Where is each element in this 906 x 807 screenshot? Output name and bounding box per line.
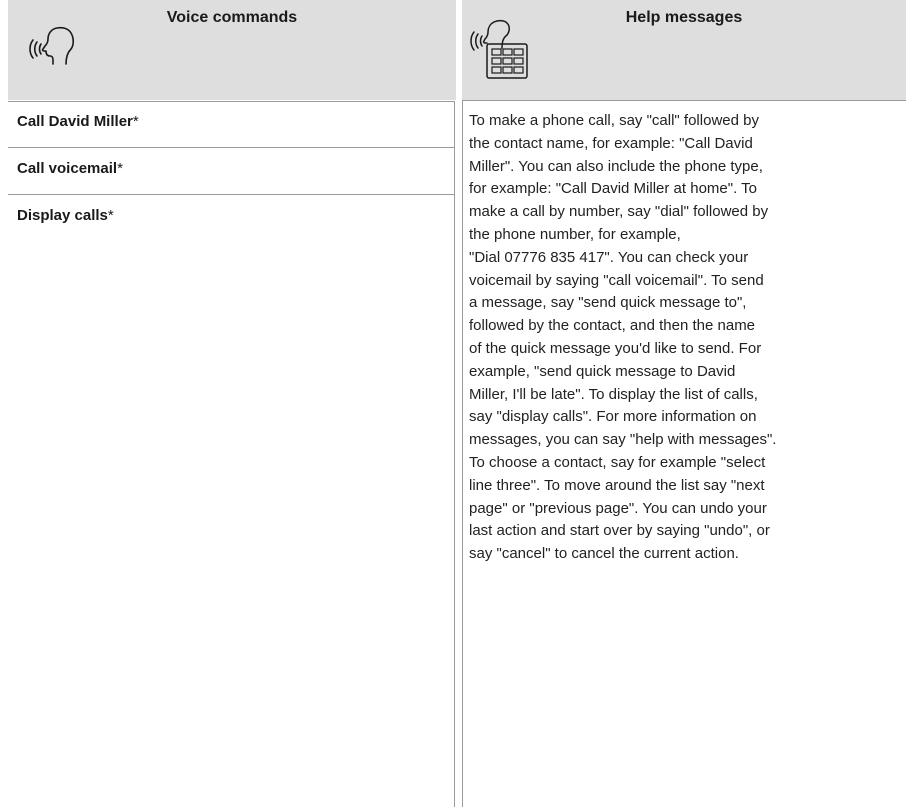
help-message-text: To make a phone call, say "call" followe…: [469, 112, 777, 563]
command-row: Call voicemail*: [8, 147, 455, 194]
command-marker: *: [107, 207, 114, 224]
help-messages-column: To make a phone call, say "call" followe…: [462, 100, 906, 807]
help-messages-header: Help messages: [462, 0, 906, 100]
command-label: Call David Miller: [17, 113, 133, 130]
voice-commands-header: Voice commands: [8, 0, 456, 100]
command-label: Call voicemail: [17, 160, 118, 177]
command-marker: *: [117, 160, 123, 177]
command-marker: *: [132, 113, 139, 130]
command-row: Call David Miller*: [8, 101, 455, 147]
speaking-keypad-icon: [470, 18, 540, 89]
command-row: Display calls*: [8, 194, 455, 807]
command-label: Display calls: [17, 207, 108, 224]
voice-commands-column: Call David Miller* Call voicemail* Displ…: [8, 100, 456, 807]
voice-command-help-table: Voice commands Help messages Call David …: [8, 0, 906, 807]
speaking-head-icon: [22, 20, 82, 75]
